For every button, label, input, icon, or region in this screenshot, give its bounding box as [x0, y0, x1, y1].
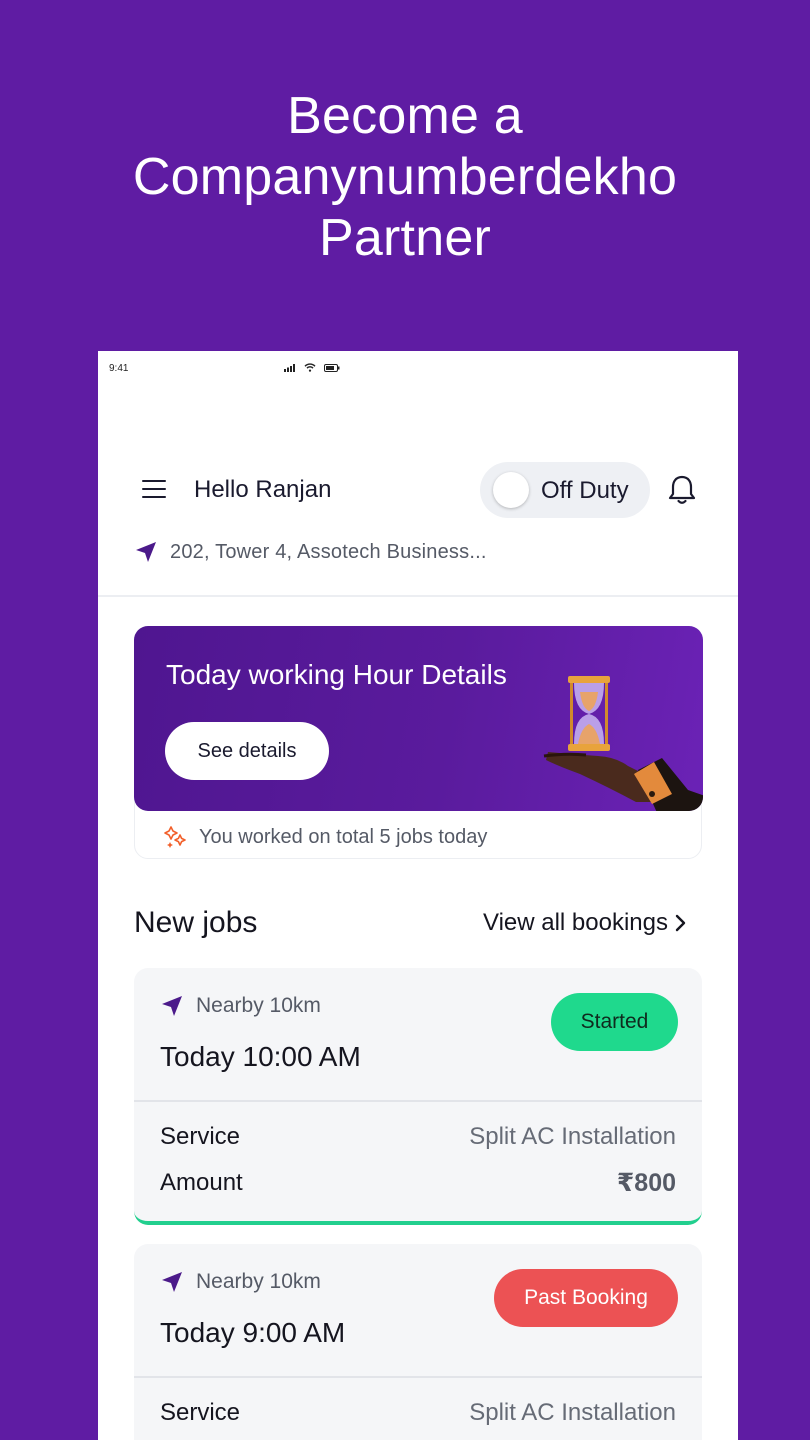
current-location[interactable]: 202, Tower 4, Assotech Business...	[134, 537, 487, 567]
hero-title-line2: Companynumberdekho	[132, 148, 678, 206]
job-time: Today 10:00 AM	[160, 1041, 361, 1072]
sparkle-icon	[164, 826, 186, 848]
battery-icon	[324, 363, 340, 372]
status-bar: 9:41	[98, 351, 738, 387]
job-card-header: Nearby 10km Today 10:00 AM Started	[134, 968, 702, 1101]
job-distance-text: Nearby 10km	[196, 994, 321, 1017]
status-badge: Started	[551, 993, 678, 1051]
navigation-arrow-icon	[162, 996, 182, 1016]
header-divider	[98, 595, 738, 597]
status-icons	[284, 363, 340, 372]
status-badge: Past Booking	[494, 1269, 678, 1327]
working-hours-banner: Today working Hour Details See details	[134, 626, 703, 811]
navigation-arrow-icon	[162, 1272, 182, 1292]
hourglass-hand-illustration	[543, 676, 703, 811]
see-details-button[interactable]: See details	[165, 722, 329, 780]
location-address: 202, Tower 4, Assotech Business...	[170, 540, 487, 563]
app-header: Hello Ranjan Off Duty	[98, 461, 738, 521]
working-hours-card: Today working Hour Details See details Y…	[134, 626, 703, 859]
service-label: Service	[160, 1399, 241, 1426]
phone-screen: 9:41 Hello Ranjan Off Duty 202, Tower 4,…	[98, 351, 738, 1440]
jobs-summary: You worked on total 5 jobs today	[163, 825, 487, 849]
job-card-divider	[134, 1376, 702, 1378]
job-distance: Nearby 10km	[160, 994, 321, 1018]
signal-icon	[284, 363, 295, 372]
view-all-bookings-label: View all bookings	[483, 909, 669, 936]
duty-label: Off Duty	[541, 477, 629, 504]
job-distance-text: Nearby 10km	[196, 1270, 321, 1293]
hero-title-line3: Partner	[319, 209, 491, 267]
menu-icon[interactable]	[142, 478, 168, 500]
service-value: Split AC Installation	[469, 1399, 676, 1426]
hero-title-line1: Become a	[287, 87, 523, 145]
job-time: Today 9:00 AM	[160, 1317, 346, 1348]
wifi-icon	[304, 363, 316, 372]
duty-toggle-knob	[493, 472, 529, 508]
status-time: 9:41	[109, 363, 129, 374]
amount-value: ₹800	[616, 1169, 676, 1197]
duty-toggle[interactable]: Off Duty	[480, 462, 650, 518]
greeting: Hello Ranjan	[194, 476, 332, 503]
job-card-header: Nearby 10km Today 9:00 AM Past Booking	[134, 1244, 702, 1377]
navigation-arrow-icon	[136, 542, 156, 562]
service-value: Split AC Installation	[469, 1123, 676, 1150]
working-hours-title: Today working Hour Details	[166, 659, 507, 690]
job-card-divider	[134, 1100, 702, 1102]
job-card[interactable]: Nearby 10km Today 10:00 AM Started Servi…	[134, 968, 702, 1225]
new-jobs-heading: New jobs	[134, 906, 258, 939]
chevron-right-icon	[675, 914, 686, 932]
jobs-summary-text: You worked on total 5 jobs today	[199, 825, 488, 848]
job-distance: Nearby 10km	[160, 1270, 321, 1294]
hero-title: Become a Companynumberdekho Partner	[0, 86, 810, 269]
bell-icon[interactable]	[664, 472, 700, 508]
amount-label: Amount	[160, 1169, 243, 1196]
service-label: Service	[160, 1123, 241, 1150]
job-card[interactable]: Nearby 10km Today 9:00 AM Past Booking S…	[134, 1244, 702, 1440]
view-all-bookings-link[interactable]: View all bookings	[483, 909, 686, 937]
